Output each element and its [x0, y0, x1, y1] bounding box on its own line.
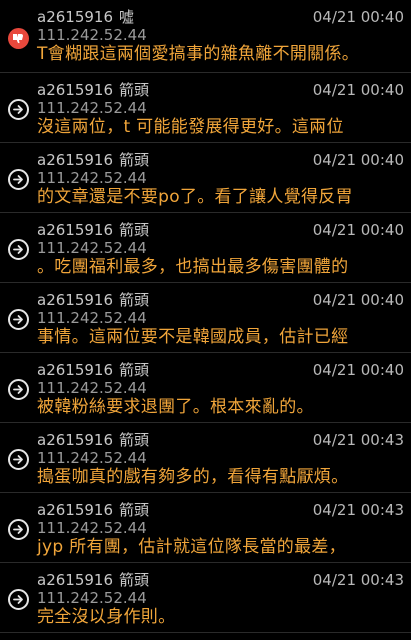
comment-username[interactable]: a2615916 — [37, 291, 113, 309]
comment-text: 搗蛋咖真的戲有夠多的，看得有點厭煩。 — [37, 467, 349, 487]
comment-row[interactable]: a2615916 箭頭 111.242.52.44 04/21 00:43 jyp… — [0, 493, 411, 563]
comment-time: 04/21 00:40 — [312, 361, 404, 379]
push-arrow-icon — [8, 379, 29, 400]
comment-username[interactable]: a2615916 — [37, 8, 113, 26]
comment-ip: 111.242.52.44 — [37, 449, 147, 467]
comment-ip: 111.242.52.44 — [37, 379, 147, 397]
comment-text: 事情。這兩位要不是韓國成員，估計已經 — [37, 327, 349, 347]
comment-row[interactable]: a2615916 箭頭 111.242.52.44 04/21 00:40 事情。… — [0, 283, 411, 353]
comment-username[interactable]: a2615916 — [37, 221, 113, 239]
comment-text: jyp 所有團，估計就這位隊長當的最差， — [37, 537, 346, 557]
comment-ip: 111.242.52.44 — [37, 589, 147, 607]
comment-time: 04/21 00:40 — [312, 151, 404, 169]
comment-text: 。吃團福利最多，也搞出最多傷害團體的 — [37, 257, 349, 277]
comment-time: 04/21 00:43 — [312, 501, 404, 519]
comment-username[interactable]: a2615916 — [37, 571, 113, 589]
comment-list: a2615916 噓 111.242.52.44 04/21 00:40 T會糊跟… — [0, 0, 411, 633]
comment-row[interactable]: a2615916 箭頭 111.242.52.44 04/21 00:40 被韓粉… — [0, 353, 411, 423]
comment-tag: 箭頭 — [119, 81, 150, 99]
comment-time: 04/21 00:40 — [312, 8, 404, 26]
comment-row[interactable]: a2615916 噓 111.242.52.44 04/21 00:40 T會糊跟… — [0, 0, 411, 73]
comment-row[interactable]: a2615916 箭頭 111.242.52.44 04/21 00:43 完全沒… — [0, 563, 411, 633]
comment-tag: 噓 — [119, 8, 135, 26]
comment-time: 04/21 00:40 — [312, 291, 404, 309]
comment-tag: 箭頭 — [119, 361, 150, 379]
comment-ip: 111.242.52.44 — [37, 99, 147, 117]
push-arrow-icon — [8, 309, 29, 330]
comment-row[interactable]: a2615916 箭頭 111.242.52.44 04/21 00:40 。吃團… — [0, 213, 411, 283]
comment-ip: 111.242.52.44 — [37, 169, 147, 187]
comment-text: 被韓粉絲要求退團了。根本來亂的。 — [37, 397, 314, 417]
push-arrow-icon — [8, 99, 29, 120]
comment-username[interactable]: a2615916 — [37, 501, 113, 519]
comment-time: 04/21 00:43 — [312, 571, 404, 589]
push-arrow-icon — [8, 239, 29, 260]
push-arrow-icon — [8, 519, 29, 540]
comment-text: 的文章還是不要po了。看了讓人覺得反胃 — [37, 187, 353, 207]
comment-username[interactable]: a2615916 — [37, 151, 113, 169]
comment-text: T會糊跟這兩個愛搞事的雜魚離不開關係。 — [37, 44, 360, 64]
comment-row[interactable]: a2615916 箭頭 111.242.52.44 04/21 00:43 搗蛋咖… — [0, 423, 411, 493]
comment-time: 04/21 00:40 — [312, 81, 404, 99]
comment-time: 04/21 00:40 — [312, 221, 404, 239]
comment-text: 完全沒以身作則。 — [37, 607, 176, 627]
comment-row[interactable]: a2615916 箭頭 111.242.52.44 04/21 00:40 沒這兩… — [0, 73, 411, 143]
comment-ip: 111.242.52.44 — [37, 239, 147, 257]
comment-tag: 箭頭 — [119, 291, 150, 309]
comment-ip: 111.242.52.44 — [37, 519, 147, 537]
comment-tag: 箭頭 — [119, 571, 150, 589]
push-arrow-icon — [8, 449, 29, 470]
comment-tag: 箭頭 — [119, 431, 150, 449]
comment-username[interactable]: a2615916 — [37, 81, 113, 99]
comment-tag: 箭頭 — [119, 501, 150, 519]
comment-text: 沒這兩位，t 可能能發展得更好。這兩位 — [37, 117, 344, 137]
comment-username[interactable]: a2615916 — [37, 431, 113, 449]
boo-icon — [8, 28, 29, 49]
comment-row[interactable]: a2615916 箭頭 111.242.52.44 04/21 00:40 的文章… — [0, 143, 411, 213]
comment-tag: 箭頭 — [119, 221, 150, 239]
push-arrow-icon — [8, 589, 29, 610]
push-arrow-icon — [8, 169, 29, 190]
comment-time: 04/21 00:43 — [312, 431, 404, 449]
comment-ip: 111.242.52.44 — [37, 26, 147, 44]
comment-username[interactable]: a2615916 — [37, 361, 113, 379]
comment-ip: 111.242.52.44 — [37, 309, 147, 327]
comment-tag: 箭頭 — [119, 151, 150, 169]
